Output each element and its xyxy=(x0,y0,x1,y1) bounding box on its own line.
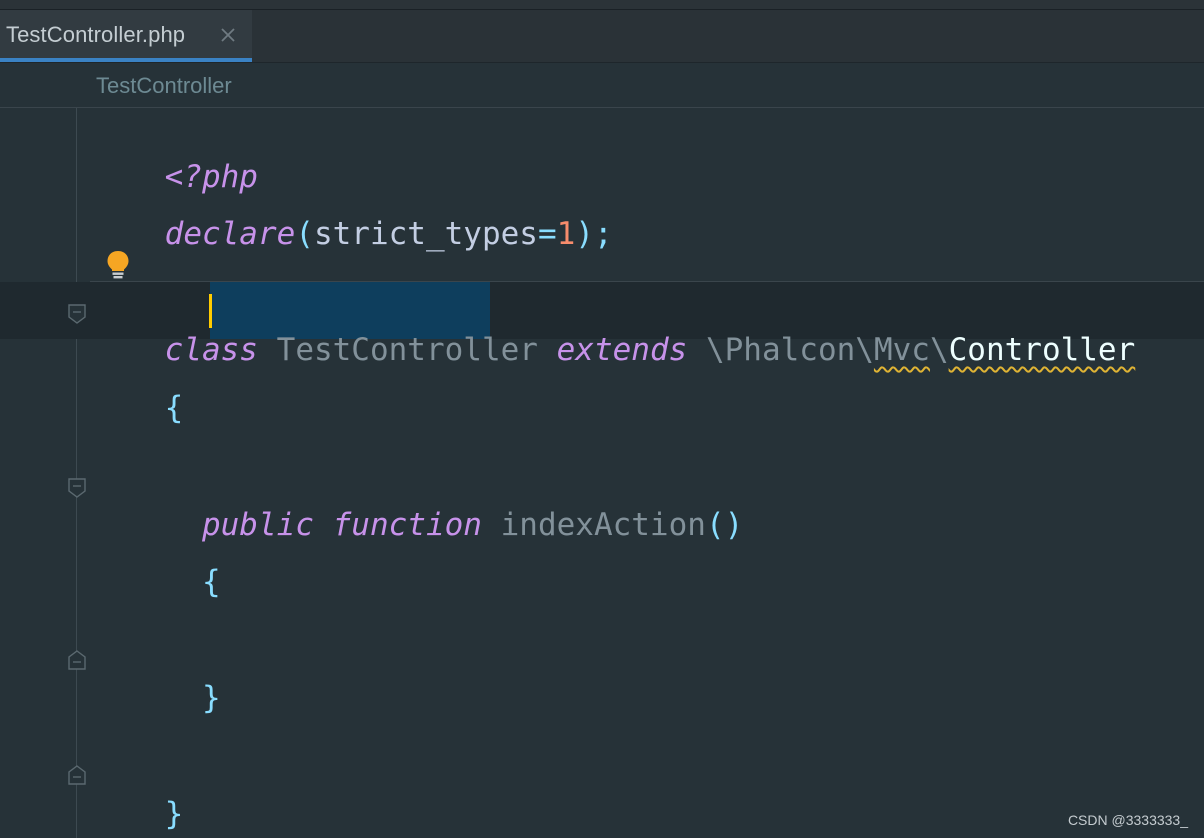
namespace-separator: \ xyxy=(929,332,949,368)
open-brace: { xyxy=(164,390,184,426)
method-name[interactable]: indexAction xyxy=(501,507,706,543)
breadcrumb-bar: TestController xyxy=(0,63,1204,108)
tab-bar: TestController.php xyxy=(0,10,1204,63)
code-line-class[interactable]: class TestController extends \Phalcon\Mv… xyxy=(90,290,1136,368)
gutter-separator xyxy=(76,108,77,838)
keyword-function: function xyxy=(332,507,482,543)
open-brace: { xyxy=(201,564,221,600)
code-line-method-open-brace[interactable]: { xyxy=(90,522,221,600)
fold-marker-icon[interactable] xyxy=(68,765,86,785)
code-line-method-close-brace[interactable]: } xyxy=(90,638,221,716)
close-icon[interactable] xyxy=(218,25,238,45)
active-tab-indicator xyxy=(0,58,252,62)
number-literal: 1 xyxy=(556,216,576,252)
namespace-mvc[interactable]: Mvc xyxy=(874,332,930,368)
code-line-declare[interactable]: declare(strict_types=1); xyxy=(90,174,613,252)
fold-marker-icon[interactable] xyxy=(68,304,86,324)
directive-name: strict_types xyxy=(313,216,538,252)
namespace-phalcon: Phalcon xyxy=(724,332,856,368)
code-line-class-close-brace[interactable]: } xyxy=(90,754,184,832)
close-brace: } xyxy=(164,796,184,832)
code-line-class-open-brace[interactable]: { xyxy=(90,348,184,426)
class-name[interactable]: TestController xyxy=(277,332,538,368)
fold-marker-icon[interactable] xyxy=(68,650,86,670)
title-strip xyxy=(0,0,1204,10)
watermark: CSDN @3333333_ xyxy=(1067,812,1188,828)
base-class-controller[interactable]: Controller xyxy=(949,332,1136,368)
close-brace: } xyxy=(201,680,221,716)
tab-label[interactable]: TestController.php xyxy=(6,22,185,48)
method-parens: () xyxy=(705,507,744,543)
keyword-extends: extends xyxy=(556,332,688,368)
open-paren: ( xyxy=(295,216,314,252)
breadcrumb[interactable]: TestController xyxy=(96,73,232,99)
close-paren: ) xyxy=(575,216,594,252)
namespace-separator: \ xyxy=(855,332,874,368)
editor-window: TestController.php TestController <?php … xyxy=(0,0,1204,838)
fold-marker-icon[interactable] xyxy=(68,478,86,498)
file-tab[interactable]: TestController.php xyxy=(0,10,252,62)
namespace-separator: \ xyxy=(705,332,725,368)
text-caret xyxy=(209,294,212,328)
keyword-declare: declare xyxy=(164,216,296,252)
semicolon: ; xyxy=(593,216,613,252)
equals-sign: = xyxy=(537,216,557,252)
code-line-php-open[interactable]: <?php xyxy=(90,117,258,195)
code-line-method[interactable]: public function indexAction() xyxy=(90,465,743,543)
